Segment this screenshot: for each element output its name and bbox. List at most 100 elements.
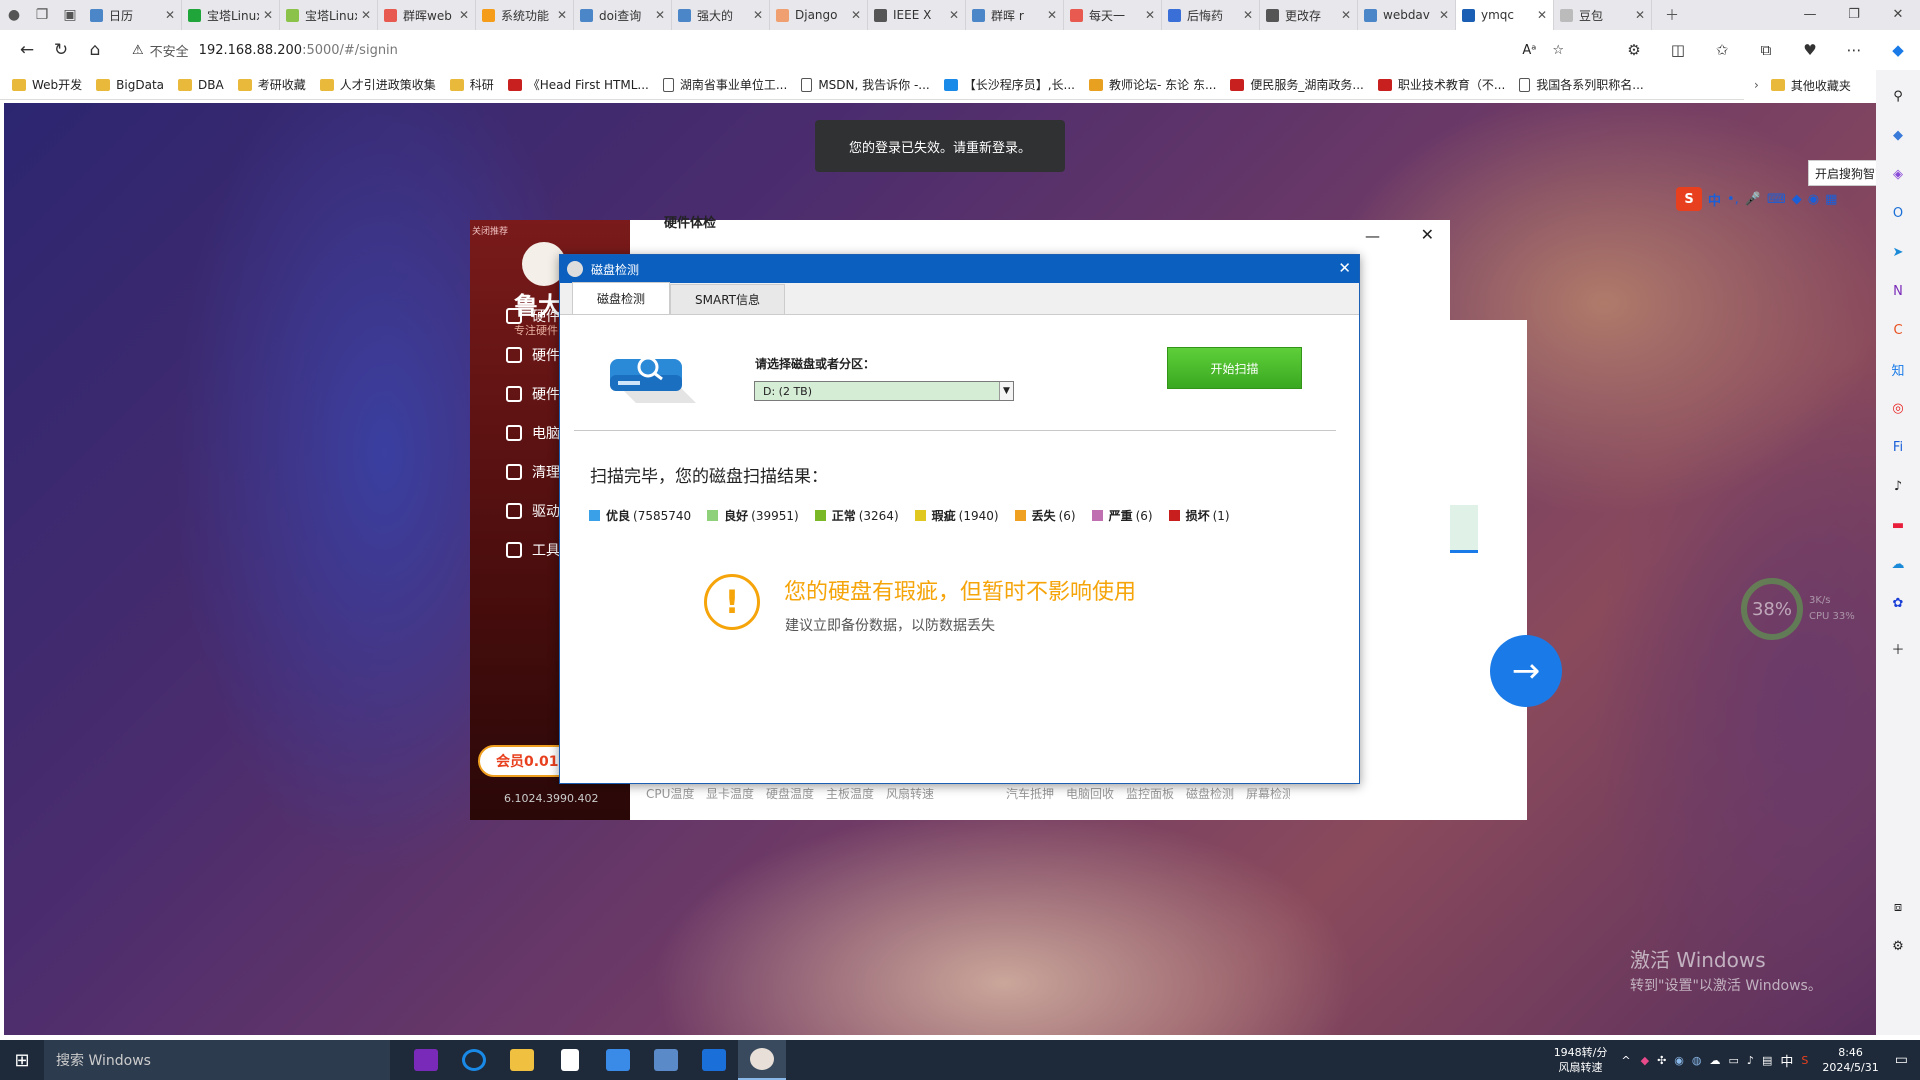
- browser-tab[interactable]: 每天一 ✕: [1064, 0, 1162, 30]
- tab-close-icon[interactable]: ✕: [753, 8, 763, 22]
- close-recommend-link[interactable]: 关闭推荐: [472, 224, 508, 237]
- ludashi-tool-label[interactable]: 电脑回收: [1066, 785, 1114, 802]
- favorite-star-icon[interactable]: ☆: [1552, 43, 1564, 58]
- ime-indicator[interactable]: 中: [1780, 1051, 1793, 1070]
- browser-tab[interactable]: 豆包 ✕: [1554, 0, 1652, 30]
- chevron-down-icon[interactable]: ▼: [999, 382, 1013, 400]
- chevron-right-icon[interactable]: ›: [1754, 78, 1759, 92]
- ludashi-tool-label[interactable]: 显卡温度: [706, 785, 754, 802]
- search-icon[interactable]: ⚲: [1884, 82, 1912, 110]
- settings-icon[interactable]: ⚙: [1884, 932, 1912, 960]
- ludashi-nav-item[interactable]: 硬件: [506, 306, 560, 326]
- back-icon[interactable]: ←: [10, 40, 44, 60]
- split-screen-icon[interactable]: ◫: [1656, 41, 1700, 59]
- tab-close-icon[interactable]: ✕: [1635, 8, 1645, 22]
- extensions-icon[interactable]: ⚙: [1612, 41, 1656, 59]
- c-app-icon[interactable]: C: [1884, 316, 1912, 344]
- ludashi-nav-item[interactable]: 清理: [506, 462, 560, 482]
- ludashi-nav-item[interactable]: 工具: [506, 540, 560, 560]
- tray-shield-icon[interactable]: ◉: [1674, 1054, 1684, 1067]
- tab-close-icon[interactable]: ✕: [557, 8, 567, 22]
- refresh-icon[interactable]: ↻: [44, 40, 78, 60]
- browser-tab[interactable]: ymqc ✕: [1456, 0, 1554, 30]
- collections-icon[interactable]: ⧉: [1744, 41, 1788, 59]
- more-icon[interactable]: ⋯: [1832, 41, 1876, 59]
- ludashi-app[interactable]: [738, 1040, 786, 1080]
- clock[interactable]: 8:46 2024/5/31: [1822, 1045, 1878, 1075]
- notepad-app[interactable]: [546, 1040, 594, 1080]
- tray-chevron-icon[interactable]: ^: [1621, 1054, 1630, 1067]
- tab-disk-check[interactable]: 磁盘检测: [572, 282, 671, 314]
- tab-close-icon[interactable]: ✕: [949, 8, 959, 22]
- browser-tab[interactable]: IEEE X ✕: [868, 0, 966, 30]
- mic-icon[interactable]: 🎤: [1745, 192, 1761, 207]
- skin-icon[interactable]: ◆: [1792, 192, 1802, 207]
- zhihu-icon[interactable]: 知: [1884, 355, 1912, 383]
- tray-fan-icon[interactable]: ✣: [1657, 1054, 1666, 1067]
- taskbar-search[interactable]: 搜索 Windows: [44, 1040, 390, 1080]
- bookmark-item[interactable]: 【长沙程序员】,长...: [943, 76, 1075, 93]
- ludashi-tool-label[interactable]: 屏幕检测: [1246, 785, 1294, 802]
- weibo-icon[interactable]: ◎: [1884, 394, 1912, 422]
- browser-tab[interactable]: 群晖 r ✕: [966, 0, 1064, 30]
- punctuation-icon[interactable]: •,: [1727, 192, 1739, 207]
- tab-close-icon[interactable]: ✕: [1145, 8, 1155, 22]
- browser-tab[interactable]: webdav ✕: [1358, 0, 1456, 30]
- bookmark-item[interactable]: BigData: [96, 78, 164, 92]
- bookmark-item[interactable]: Web开发: [12, 76, 82, 93]
- disk-select[interactable]: D: (2 TB) ▼: [754, 381, 1014, 401]
- ludashi-tool-label[interactable]: 风扇转速: [886, 785, 934, 802]
- ludashi-tool-label[interactable]: 汽车抵押: [1006, 785, 1054, 802]
- minimize-icon[interactable]: —: [1788, 0, 1832, 30]
- ime-mode[interactable]: 中: [1708, 190, 1721, 209]
- ludashi-tool-label[interactable]: 磁盘检测: [1186, 785, 1234, 802]
- workspaces-icon[interactable]: ❐: [28, 1, 56, 29]
- fanyi-icon[interactable]: Fi: [1884, 433, 1912, 461]
- tab-close-icon[interactable]: ✕: [459, 8, 469, 22]
- dialog-close-icon[interactable]: ✕: [1338, 259, 1351, 277]
- feishu-app[interactable]: [594, 1040, 642, 1080]
- ludashi-tool-label[interactable]: 硬盘温度: [766, 785, 814, 802]
- network-app[interactable]: [642, 1040, 690, 1080]
- read-aloud-icon[interactable]: Aᵃ: [1522, 43, 1536, 58]
- tab-close-icon[interactable]: ✕: [1047, 8, 1057, 22]
- bookmark-item[interactable]: 人才引进政策收集: [319, 76, 436, 93]
- dialog-titlebar[interactable]: 磁盘检测 ✕: [560, 255, 1359, 283]
- restore-icon[interactable]: ❐: [1832, 0, 1876, 30]
- ie-app[interactable]: [450, 1040, 498, 1080]
- browser-tab[interactable]: 后悔药 ✕: [1162, 0, 1260, 30]
- fan-speed-widget[interactable]: 1948转/分 风扇转速: [1554, 1045, 1608, 1075]
- ludashi-nav-item[interactable]: 硬件: [506, 345, 560, 365]
- baidu-icon[interactable]: ✿: [1884, 589, 1912, 617]
- browser-tab[interactable]: 强大的 ✕: [672, 0, 770, 30]
- security-status[interactable]: 不安全: [150, 41, 189, 60]
- start-scan-button[interactable]: 开始扫描: [1167, 347, 1302, 389]
- tab-close-icon[interactable]: ✕: [655, 8, 665, 22]
- tray-app-icon[interactable]: ◆: [1641, 1054, 1649, 1067]
- bookmark-item[interactable]: 我国各系列职称名...: [1519, 76, 1644, 93]
- volume-icon[interactable]: ♪: [1747, 1054, 1754, 1067]
- home-icon[interactable]: ⌂: [78, 40, 112, 60]
- telegram-icon[interactable]: ➤: [1884, 238, 1912, 266]
- tag-icon[interactable]: ◆: [1884, 121, 1912, 149]
- screenshot-icon[interactable]: ⧈: [1884, 893, 1912, 921]
- bookmark-item[interactable]: 考研收藏: [237, 76, 306, 93]
- new-tab-icon[interactable]: ＋: [1658, 1, 1686, 29]
- start-button[interactable]: ⊞: [0, 1050, 44, 1071]
- cpu-monitor-widget[interactable]: 38% 3K/s CPU 33%: [1741, 578, 1861, 640]
- tab-close-icon[interactable]: ✕: [1341, 8, 1351, 22]
- add-sidebar-icon[interactable]: ＋: [1884, 634, 1912, 662]
- tab-smart-info[interactable]: SMART信息: [670, 284, 785, 314]
- shopping-icon[interactable]: ◈: [1884, 160, 1912, 188]
- profile-icon[interactable]: ●: [0, 1, 28, 29]
- ludashi-tool-label[interactable]: CPU温度: [646, 785, 694, 802]
- browser-tab[interactable]: Django ✕: [770, 0, 868, 30]
- sogou-tray-icon[interactable]: S: [1801, 1054, 1808, 1067]
- browser-tab[interactable]: 系统功能 ✕: [476, 0, 574, 30]
- game-icon[interactable]: ◉: [1808, 192, 1819, 207]
- tab-close-icon[interactable]: ✕: [1243, 8, 1253, 22]
- ludashi-nav-item[interactable]: 硬件: [506, 384, 560, 404]
- cloud-icon[interactable]: ☁: [1884, 550, 1912, 578]
- onedrive-icon[interactable]: ☁: [1710, 1054, 1721, 1067]
- browser-tab[interactable]: 宝塔Linux ✕: [280, 0, 378, 30]
